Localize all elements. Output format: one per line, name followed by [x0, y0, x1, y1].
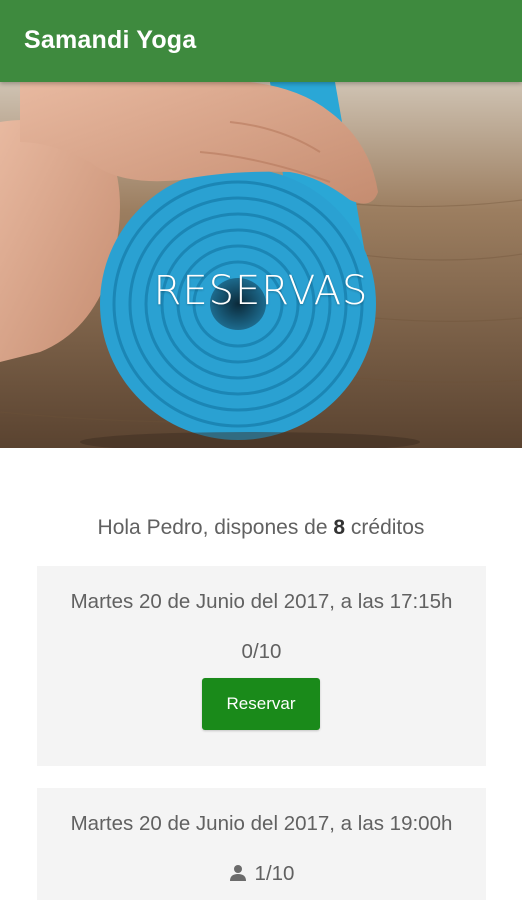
class-occupancy: 0/10: [241, 640, 282, 663]
reserve-button[interactable]: Reservar: [202, 678, 320, 730]
user-icon: [229, 864, 247, 888]
greeting-suffix: créditos: [345, 516, 425, 539]
class-date: Martes 20 de Junio del 2017, a las 17:15…: [70, 590, 453, 613]
hero-title: RESERVAS: [153, 268, 369, 314]
greeting-prefix: Hola Pedro, dispones de: [97, 516, 334, 539]
hero-banner: RESERVAS: [0, 82, 522, 448]
credits-count: 8: [333, 516, 346, 539]
class-occupancy: 1/10: [254, 862, 295, 885]
credits-greeting: Hola Pedro, dispones de 8 créditos: [0, 516, 522, 540]
class-date: Martes 20 de Junio del 2017, a las 19:00…: [70, 812, 453, 835]
app-title: Samandi Yoga: [24, 26, 197, 54]
class-card: Martes 20 de Junio del 2017, a las 19:00…: [37, 788, 486, 900]
app-bar: Samandi Yoga: [0, 0, 522, 82]
class-card: Martes 20 de Junio del 2017, a las 17:15…: [37, 566, 486, 766]
class-occupancy-row: 1/10: [37, 862, 486, 888]
yoga-mat-image: [0, 82, 522, 448]
